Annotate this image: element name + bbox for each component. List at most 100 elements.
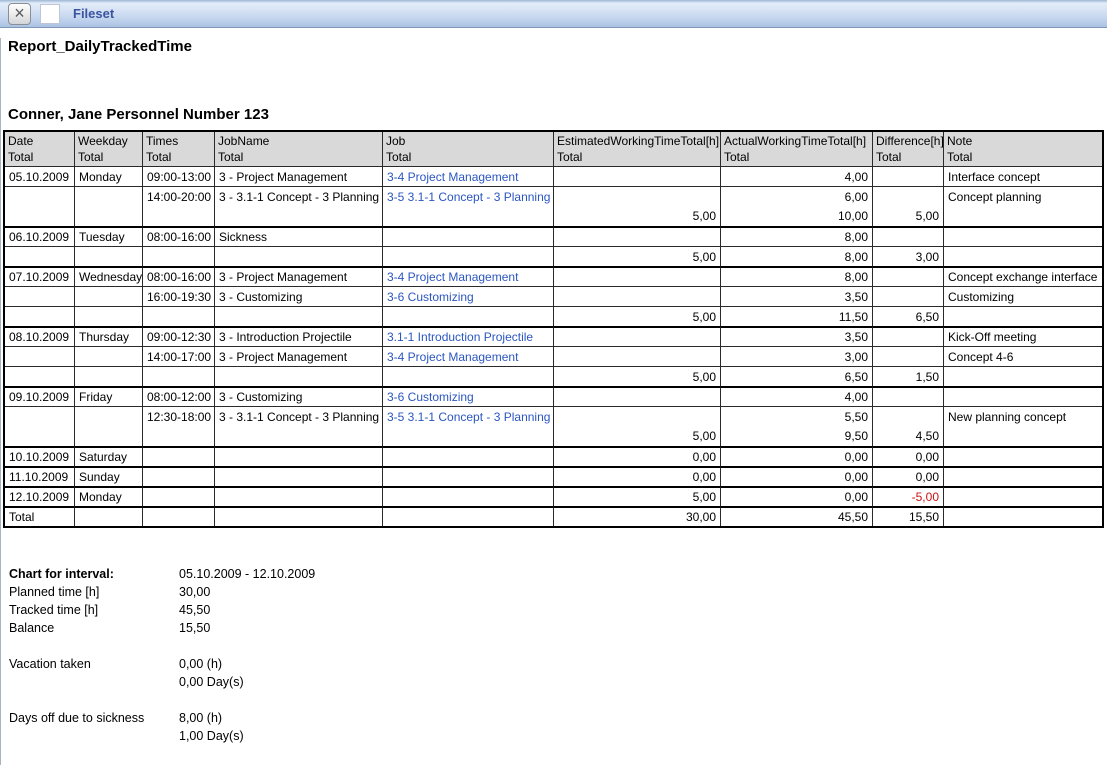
table-cell xyxy=(382,506,553,526)
job-link[interactable]: 3-4 Project Management xyxy=(387,270,518,284)
table-row: 5,0010,005,00 xyxy=(5,206,1102,226)
table-cell: 14:00-20:00 xyxy=(142,186,214,206)
summary-row: Tracked time [h]45,50 xyxy=(9,601,1107,619)
table-cell xyxy=(5,286,74,306)
table-cell xyxy=(553,286,720,306)
table-cell xyxy=(214,246,382,266)
table-cell xyxy=(872,386,943,406)
close-button[interactable]: × xyxy=(8,3,31,25)
table-cell xyxy=(5,366,74,386)
table-cell: 3-5 3.1-1 Concept - 3 Planning xyxy=(382,186,553,206)
page-title: Report_DailyTrackedTime xyxy=(8,38,1107,55)
job-link[interactable]: 3-5 3.1-1 Concept - 3 Planning xyxy=(387,190,550,204)
table-cell xyxy=(214,366,382,386)
summary-label: Planned time [h] xyxy=(9,583,179,601)
column-header-note: NoteTotal xyxy=(943,132,1102,166)
table-cell: 3 - Introduction Projectile xyxy=(214,326,382,346)
table-cell xyxy=(142,506,214,526)
table-cell xyxy=(382,446,553,466)
table-cell: 3-6 Customizing xyxy=(382,286,553,306)
table-cell xyxy=(872,346,943,366)
table-cell: 3,00 xyxy=(720,346,872,366)
table-row: 5,009,504,50 xyxy=(5,426,1102,446)
table-cell: Concept exchange interface xyxy=(943,266,1102,286)
table-cell: 0,00 xyxy=(553,466,720,486)
table-cell: 3 - Customizing xyxy=(214,386,382,406)
table-cell xyxy=(943,386,1102,406)
table-cell: Concept planning xyxy=(943,186,1102,206)
table-row: 06.10.2009Tuesday08:00-16:00Sickness8,00 xyxy=(5,226,1102,246)
table-cell xyxy=(382,206,553,226)
blank-page-icon xyxy=(40,4,60,24)
job-link[interactable]: 3-4 Project Management xyxy=(387,350,518,364)
column-header-jobname: JobNameTotal xyxy=(214,132,382,166)
table-cell: 0,00 xyxy=(872,446,943,466)
job-link[interactable]: 3-6 Customizing xyxy=(387,390,474,404)
table-cell xyxy=(74,186,142,206)
table-cell: 3.1-1 Introduction Projectile xyxy=(382,326,553,346)
table-cell: 10.10.2009 xyxy=(5,446,74,466)
column-header-difference-h: Difference[h]Total xyxy=(872,132,943,166)
table-cell: Customizing xyxy=(943,286,1102,306)
table-cell xyxy=(553,166,720,186)
table-cell xyxy=(5,346,74,366)
table-cell xyxy=(142,246,214,266)
table-cell: 6,50 xyxy=(720,366,872,386)
column-header-times: TimesTotal xyxy=(142,132,214,166)
table-cell xyxy=(5,306,74,326)
table-cell xyxy=(943,246,1102,266)
table-cell: 45,50 xyxy=(720,506,872,526)
table-cell xyxy=(214,426,382,446)
table-cell: 3 - Project Management xyxy=(214,166,382,186)
table-cell: Sunday xyxy=(74,466,142,486)
table-cell xyxy=(553,226,720,246)
table-cell xyxy=(553,386,720,406)
table-cell xyxy=(214,466,382,486)
table-cell: 3-4 Project Management xyxy=(382,166,553,186)
report-content: Report_DailyTrackedTime Conner, Jane Per… xyxy=(0,38,1107,765)
table-row: Total 30,0045,5015,50 xyxy=(5,506,1102,526)
table-cell: Friday xyxy=(74,386,142,406)
tab-fileset[interactable]: Fileset xyxy=(73,6,114,21)
table-cell: 05.10.2009 xyxy=(5,166,74,186)
column-header-actualworkingtimetotal-h: ActualWorkingTimeTotal[h]Total xyxy=(720,132,872,166)
table-cell xyxy=(382,306,553,326)
table-cell xyxy=(382,366,553,386)
summary-value: 15,50 xyxy=(179,619,210,637)
table-cell: 5,00 xyxy=(553,306,720,326)
summary-value: 0,00 Day(s) xyxy=(179,673,244,691)
job-link[interactable]: 3-5 3.1-1 Concept - 3 Planning xyxy=(387,410,550,424)
table-cell xyxy=(5,186,74,206)
table-cell: Kick-Off meeting xyxy=(943,326,1102,346)
table-row: 09.10.2009Friday08:00-12:003 - Customizi… xyxy=(5,386,1102,406)
table-cell: 3 - 3.1-1 Concept - 3 Planning xyxy=(214,406,382,426)
table-cell xyxy=(74,246,142,266)
table-cell xyxy=(943,426,1102,446)
table-cell: Total xyxy=(5,506,74,526)
table-cell: 8,00 xyxy=(720,246,872,266)
job-link[interactable]: 3-4 Project Management xyxy=(387,170,518,184)
table-cell: 9,50 xyxy=(720,426,872,446)
table-cell: Thursday xyxy=(74,326,142,346)
table-cell: Concept 4-6 xyxy=(943,346,1102,366)
table-cell xyxy=(5,426,74,446)
table-cell: 07.10.2009 xyxy=(5,266,74,286)
job-link[interactable]: 3-6 Customizing xyxy=(387,290,474,304)
table-cell: 06.10.2009 xyxy=(5,226,74,246)
summary-row: Chart for interval:05.10.2009 - 12.10.20… xyxy=(9,565,1107,583)
table-cell xyxy=(872,266,943,286)
table-cell: 08:00-16:00 xyxy=(142,266,214,286)
table-cell: 15,50 xyxy=(872,506,943,526)
table-cell: Monday xyxy=(74,166,142,186)
table-cell: 10,00 xyxy=(720,206,872,226)
table-cell: 3,00 xyxy=(872,246,943,266)
table-cell xyxy=(943,446,1102,466)
job-link[interactable]: 3.1-1 Introduction Projectile xyxy=(387,330,533,344)
table-cell: 09.10.2009 xyxy=(5,386,74,406)
table-cell xyxy=(553,346,720,366)
table-cell: 3,50 xyxy=(720,326,872,346)
table-cell xyxy=(872,166,943,186)
table-cell: 0,00 xyxy=(720,446,872,466)
table-cell: 14:00-17:00 xyxy=(142,346,214,366)
table-cell: 30,00 xyxy=(553,506,720,526)
